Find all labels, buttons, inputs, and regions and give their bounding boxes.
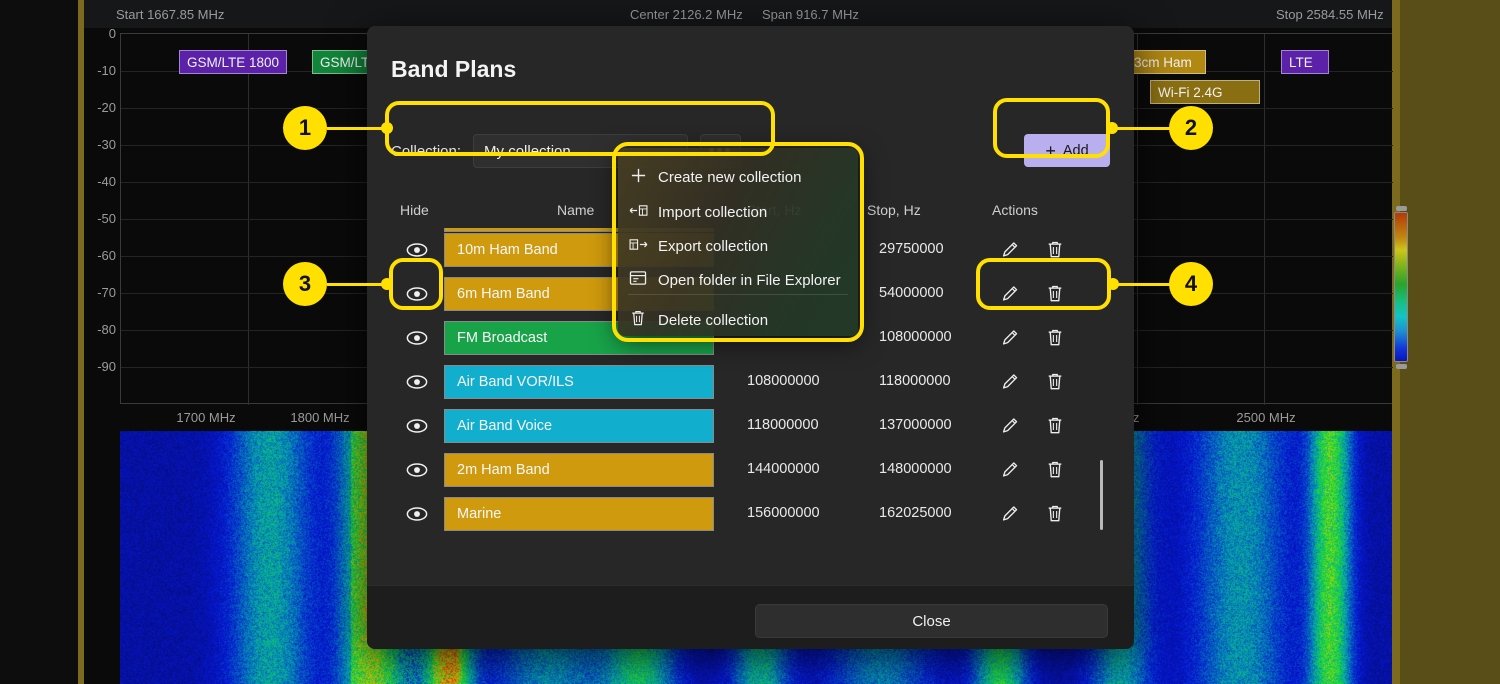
band-stop-cell: 54000000 <box>879 285 944 301</box>
delete-icon[interactable] <box>1046 327 1064 353</box>
table-row[interactable]: Marine 156000000 162025000 <box>367 492 1112 536</box>
callout-2-dot <box>1106 122 1118 134</box>
right-panel <box>1400 0 1500 684</box>
table-scrollbar[interactable] <box>1100 460 1103 530</box>
callout-2-leader <box>1112 127 1170 130</box>
callout-3-highlight <box>389 258 443 310</box>
callout-4-dot <box>1107 278 1119 290</box>
band-chip-2[interactable]: 3cm Ham <box>1126 50 1206 74</box>
band-stop-cell: 118000000 <box>879 373 951 389</box>
band-start-cell: 118000000 <box>747 417 819 433</box>
callout-3-leader <box>327 283 387 286</box>
dialog-footer: Close <box>367 585 1134 649</box>
callout-4-leader <box>1113 283 1170 286</box>
band-name-cell[interactable]: Air Band VOR/ILS <box>444 365 714 399</box>
delete-icon[interactable] <box>1046 415 1064 441</box>
column-header-hide: Hide <box>400 202 429 218</box>
x-tick-1: 1800 MHz <box>290 410 350 425</box>
band-chip-4[interactable]: LTE <box>1281 50 1329 74</box>
y-tick-2: -20 <box>97 100 116 115</box>
table-row[interactable]: Air Band VOR/ILS 108000000 118000000 <box>367 360 1112 404</box>
color-scale-bottom-handle[interactable] <box>1396 364 1407 369</box>
callout-menu-highlight <box>612 142 864 342</box>
band-start-cell: 144000000 <box>747 461 820 477</box>
table-row[interactable]: Air Band Voice 118000000 137000000 <box>367 404 1112 448</box>
dialog-title: Band Plans <box>391 56 517 82</box>
band-stop-cell: 162025000 <box>879 505 952 521</box>
edit-icon[interactable] <box>1000 327 1020 353</box>
eye-icon[interactable] <box>406 460 428 480</box>
edit-icon[interactable] <box>1000 415 1020 441</box>
screen-root: Start 1667.85 MHz Center 2126.2 MHz Span… <box>0 0 1500 684</box>
center-freq-label: Center 2126.2 MHz <box>630 7 743 22</box>
callout-2-badge: 2 <box>1169 106 1213 150</box>
callout-2-highlight <box>993 98 1110 158</box>
y-tick-8: -80 <box>97 322 116 337</box>
delete-icon[interactable] <box>1046 371 1064 397</box>
callout-1-badge: 1 <box>283 106 327 150</box>
y-tick-3: -30 <box>97 137 116 152</box>
column-header-name: Name <box>557 202 595 218</box>
y-tick-5: -50 <box>97 211 116 226</box>
callout-1-dot <box>381 122 393 134</box>
edit-icon[interactable] <box>1000 503 1020 529</box>
callout-4-highlight <box>976 258 1111 310</box>
band-name-cell[interactable]: 2m Ham Band <box>444 453 714 487</box>
span-label: Span 916.7 MHz <box>762 7 859 22</box>
column-header-stop: Stop, Hz <box>867 202 921 218</box>
band-chip-3[interactable]: Wi-Fi 2.4G <box>1150 80 1260 104</box>
eye-icon[interactable] <box>406 504 428 524</box>
y-tick-1: -10 <box>97 63 116 78</box>
band-name-cell[interactable]: Air Band Voice <box>444 409 714 443</box>
table-row[interactable]: 2m Ham Band 144000000 148000000 <box>367 448 1112 492</box>
delete-icon[interactable] <box>1046 459 1064 485</box>
y-tick-4: -40 <box>97 174 116 189</box>
spectrum-topbar: Start 1667.85 MHz Center 2126.2 MHz Span… <box>84 0 1392 28</box>
eye-icon[interactable] <box>406 416 428 436</box>
delete-icon[interactable] <box>1046 503 1064 529</box>
callout-4-badge: 4 <box>1169 262 1213 306</box>
band-stop-cell: 108000000 <box>879 329 952 345</box>
band-stop-cell: 148000000 <box>879 461 952 477</box>
band-start-cell: 108000000 <box>747 373 820 389</box>
y-tick-6: -60 <box>97 248 116 263</box>
band-chip-0[interactable]: GSM/LTE 1800 <box>179 50 287 74</box>
band-stop-cell: 137000000 <box>879 417 952 433</box>
callout-1-leader <box>327 127 389 130</box>
band-name-cell[interactable]: Marine <box>444 497 714 531</box>
left-gutter <box>0 0 78 684</box>
y-tick-7: -70 <box>97 285 116 300</box>
callout-3-badge: 3 <box>283 262 327 306</box>
band-stop-cell: 29750000 <box>879 241 944 257</box>
y-tick-9: -90 <box>97 359 116 374</box>
column-header-actions: Actions <box>992 202 1038 218</box>
eye-icon[interactable] <box>406 372 428 392</box>
x-tick-0: 1700 MHz <box>176 410 236 425</box>
waterfall-gutter <box>84 431 120 684</box>
y-tick-0: 0 <box>108 26 116 41</box>
start-freq-label: Start 1667.85 MHz <box>116 7 225 22</box>
band-start-cell: 156000000 <box>747 505 820 521</box>
eye-icon[interactable] <box>406 240 428 260</box>
callout-3-dot <box>381 278 393 290</box>
color-scale-bar[interactable] <box>1394 212 1408 362</box>
edit-icon[interactable] <box>1000 371 1020 397</box>
eye-icon[interactable] <box>406 328 428 348</box>
stop-freq-label: Stop 2584.55 MHz <box>1276 7 1384 22</box>
color-scale-top-handle[interactable] <box>1396 206 1407 211</box>
x-tick-3: 2500 MHz <box>1236 410 1296 425</box>
close-button[interactable]: Close <box>755 604 1108 638</box>
edit-icon[interactable] <box>1000 459 1020 485</box>
